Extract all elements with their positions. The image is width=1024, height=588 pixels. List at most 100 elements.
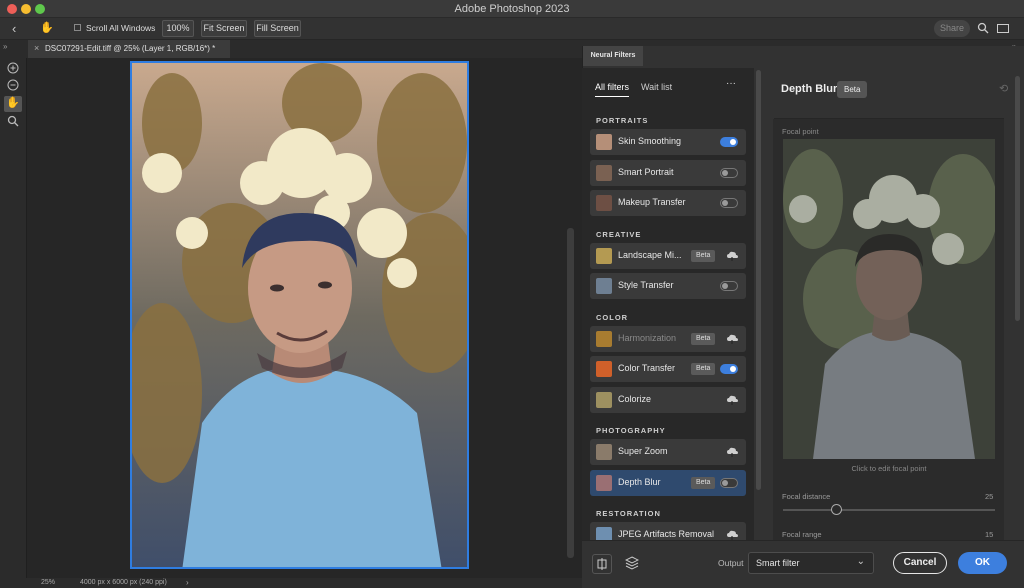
filter-item-label: Landscape Mi... <box>618 249 682 260</box>
filter-item-depth-blur[interactable]: Depth Blur Beta <box>590 469 746 496</box>
cloud-download-icon[interactable] <box>726 394 738 406</box>
back-icon[interactable]: ‹ <box>12 21 16 36</box>
neural-filters-tab[interactable]: Neural Filters <box>583 46 643 66</box>
filter-item-landscape-mi[interactable]: Landscape Mi... Beta <box>590 242 746 269</box>
filter-item-jpeg-artifacts-removal[interactable]: JPEG Artifacts Removal <box>590 522 746 540</box>
reset-icon[interactable]: ⟲ <box>999 82 1008 95</box>
zoom-tool-icon[interactable] <box>6 115 20 129</box>
detail-beta-badge: Beta <box>837 81 868 98</box>
filter-thumbnail <box>596 474 612 491</box>
more-options-icon[interactable]: ··· <box>726 78 736 89</box>
workspace-icon[interactable] <box>997 24 1009 33</box>
cloud-download-icon[interactable] <box>726 446 738 458</box>
tools-panel: ✋ <box>0 58 27 578</box>
tab-wait-list[interactable]: Wait list <box>641 82 672 92</box>
toggle-knob <box>722 283 728 289</box>
focal-distance-slider-thumb[interactable] <box>830 504 842 515</box>
fill-screen-button[interactable]: Fill Screen <box>254 20 301 37</box>
toggle-knob <box>722 169 728 176</box>
filter-list: All filters Wait list ··· PORTRAITS Skin … <box>582 68 754 540</box>
toggle-knob <box>730 139 736 145</box>
zoom-out-icon[interactable] <box>6 79 20 93</box>
filter-item-makeup-transfer[interactable]: Makeup Transfer <box>590 190 746 216</box>
status-dimensions: 4000 px x 6000 px (240 ppi) <box>80 579 167 586</box>
filter-thumbnail <box>596 195 612 211</box>
filter-item-colorize[interactable]: Colorize <box>590 386 746 413</box>
cloud-download-icon[interactable] <box>726 529 738 540</box>
focal-distance-slider-track[interactable] <box>783 509 995 511</box>
filter-list-scrollbar[interactable] <box>756 70 761 490</box>
filter-thumbnail <box>596 391 612 408</box>
hand-tool-active-icon[interactable]: ✋ <box>4 96 22 112</box>
cancel-button[interactable]: Cancel <box>893 552 947 574</box>
focal-distance-value: 25 <box>985 492 994 501</box>
focal-distance-label: Focal distance <box>782 492 831 501</box>
filter-item-label: Super Zoom <box>618 446 668 456</box>
status-expand-icon[interactable]: › <box>186 578 189 587</box>
close-tab-icon[interactable]: × <box>34 43 39 53</box>
fit-screen-button[interactable]: Fit Screen <box>201 20 247 37</box>
filter-thumbnail <box>596 247 612 264</box>
filter-toggle[interactable] <box>720 137 738 147</box>
filter-item-harmonization[interactable]: Harmonization Beta <box>590 325 746 352</box>
beta-badge: Beta <box>691 476 716 489</box>
tab-all-filters[interactable]: All filters <box>595 82 629 92</box>
filter-toggle[interactable] <box>720 477 738 488</box>
zoom-100-button[interactable]: 100% <box>162 20 194 37</box>
detail-scrollbar[interactable] <box>1015 76 1020 321</box>
filter-item-style-transfer[interactable]: Style Transfer <box>590 273 746 299</box>
canvas-scrollbar[interactable] <box>567 228 574 558</box>
filter-item-skin-smoothing[interactable]: Skin Smoothing <box>590 129 746 155</box>
layers-icon[interactable] <box>624 556 640 570</box>
filter-thumbnail <box>596 330 612 347</box>
filter-item-super-zoom[interactable]: Super Zoom <box>590 439 746 465</box>
status-bar: 25% 4000 px x 6000 px (240 ppi) › <box>0 578 582 588</box>
filter-thumbnail <box>596 134 612 150</box>
filter-toggle[interactable] <box>720 167 738 178</box>
filter-item-color-transfer[interactable]: Color Transfer Beta <box>590 356 746 382</box>
filter-item-label: Smart Portrait <box>618 166 674 177</box>
filter-item-label: Skin Smoothing <box>618 136 682 146</box>
filter-item-label: Color Transfer <box>618 363 676 373</box>
search-icon[interactable] <box>977 22 989 34</box>
detail-title: Depth Blur <box>781 83 838 95</box>
share-button[interactable]: Share <box>934 20 970 37</box>
document-image[interactable] <box>130 61 469 569</box>
neural-filters-footer: Output Smart filter ⌄ Cancel OK <box>582 540 1024 588</box>
section-header-creative: CREATIVE <box>596 229 642 239</box>
expand-panels-icon[interactable]: » <box>3 42 7 51</box>
title-bar: Adobe Photoshop 2023 <box>0 0 1024 18</box>
options-bar: ‹ ✋ Scroll All Windows 100% Fit Screen F… <box>0 18 1024 40</box>
output-select[interactable]: Smart filter ⌄ <box>748 552 874 574</box>
filter-item-label: JPEG Artifacts Removal <box>618 529 715 539</box>
compare-icon[interactable] <box>592 554 612 574</box>
preview-caption: Click to edit focal point <box>851 464 927 473</box>
filter-item-smart-portrait[interactable]: Smart Portrait <box>590 159 746 186</box>
chevron-down-icon: ⌄ <box>856 556 865 567</box>
focal-point-label: Focal point <box>782 127 819 136</box>
ok-button[interactable]: OK <box>958 552 1007 574</box>
scroll-all-windows-label: Scroll All Windows <box>86 23 156 33</box>
filter-toggle[interactable] <box>720 198 738 208</box>
section-header-restoration: RESTORATION <box>596 509 661 518</box>
toggle-knob <box>722 200 728 206</box>
cloud-download-icon[interactable] <box>726 250 738 262</box>
filter-toggle[interactable] <box>720 364 738 374</box>
status-zoom[interactable]: 25% <box>41 579 55 586</box>
active-tab-underline <box>595 96 629 97</box>
scroll-all-windows-checkbox[interactable] <box>74 24 81 31</box>
output-select-value: Smart filter <box>756 558 800 568</box>
toggle-knob <box>730 366 736 372</box>
document-tab[interactable]: × DSC07291-Edit.tiff @ 25% (Layer 1, RGB… <box>28 40 230 58</box>
filter-item-label: Colorize <box>618 393 652 404</box>
section-header-color: COLOR <box>596 312 629 322</box>
filter-toggle[interactable] <box>720 281 738 291</box>
window-title: Adobe Photoshop 2023 <box>454 3 570 15</box>
section-header-photography: PHOTOGRAPHY <box>596 426 666 435</box>
output-label: Output <box>718 558 744 568</box>
hand-tool-icon[interactable]: ✋ <box>40 21 54 34</box>
focal-point-preview[interactable] <box>783 139 995 459</box>
focal-range-label: Focal range <box>782 530 822 539</box>
zoom-in-icon[interactable] <box>6 62 20 76</box>
cloud-download-icon[interactable] <box>726 333 738 345</box>
